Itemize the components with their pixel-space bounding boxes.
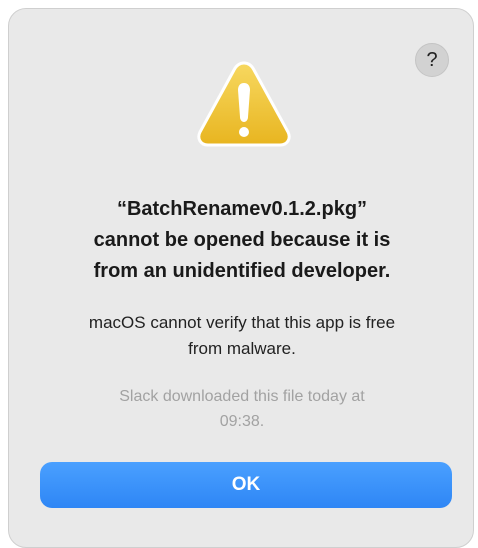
help-button[interactable]: ? [415, 43, 449, 77]
title-line: cannot be opened because it is [93, 229, 391, 251]
download-source-note: Slack downloaded this file today at 09:3… [9, 384, 475, 434]
warning-triangle-icon [197, 61, 291, 147]
title-line: “BatchRenamev0.1.2.pkg” [116, 198, 368, 220]
dialog-title: “BatchRenamev0.1.2.pkg” cannot be opened… [9, 194, 475, 287]
source-line: Slack downloaded this file today at [119, 388, 365, 405]
message-line: from malware. [188, 339, 296, 358]
title-line: from an unidentified developer. [93, 260, 391, 282]
alert-dialog: ? “BatchRenamev0.1.2.pkg” cannot be open… [8, 8, 474, 548]
dialog-message: macOS cannot verify that this app is fre… [9, 310, 475, 362]
message-line: macOS cannot verify that this app is fre… [88, 313, 396, 332]
ok-button[interactable]: OK [40, 462, 452, 508]
source-line: 09:38. [219, 413, 265, 430]
